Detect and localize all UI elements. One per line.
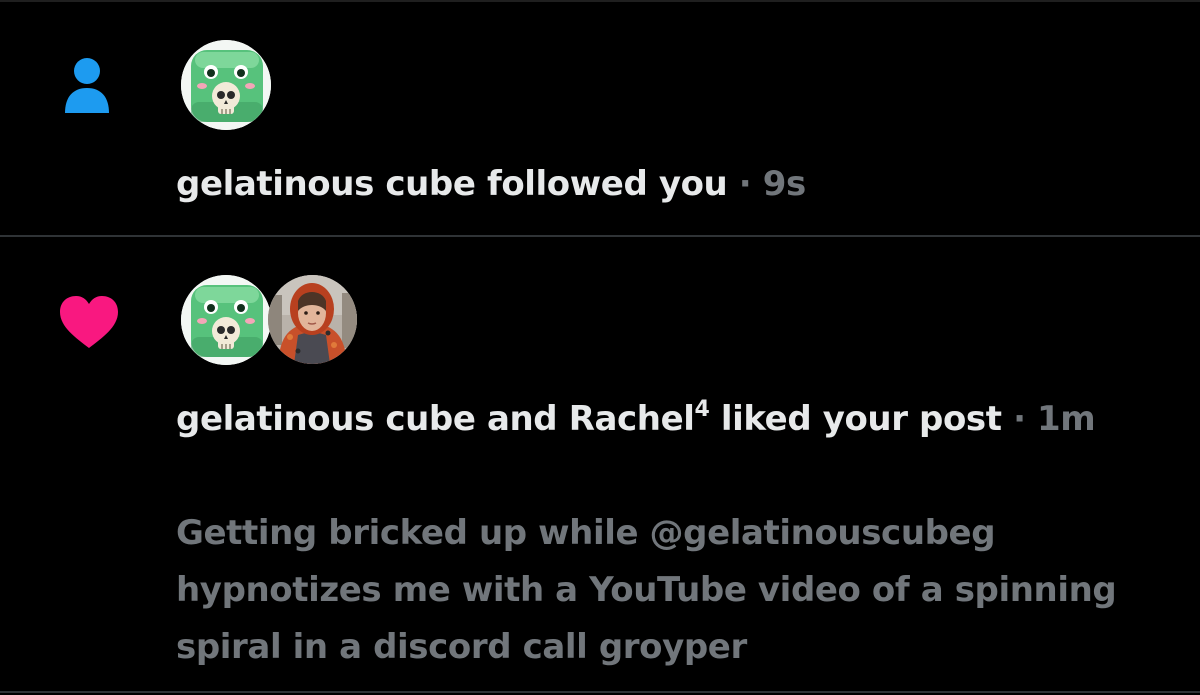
cube-skull-icon <box>181 275 271 365</box>
post-preview-text[interactable]: Getting bricked up while @gelatinouscube… <box>176 505 1136 676</box>
separator-dot: · <box>738 164 752 204</box>
name-superscript: 4 <box>694 397 710 422</box>
timestamp[interactable]: 9s <box>763 164 807 204</box>
conjunction: and <box>486 399 558 439</box>
timestamp[interactable]: 1m <box>1037 399 1096 439</box>
person-photo <box>268 275 357 364</box>
avatar-gelatinous-cube[interactable] <box>181 275 271 365</box>
cube-skull-icon <box>181 40 271 130</box>
follower-name[interactable]: gelatinous cube <box>176 164 476 204</box>
heart-icon <box>60 296 118 348</box>
notification-like[interactable]: gelatinous cube and Rachel4 liked your p… <box>0 237 1200 695</box>
avatar-rachel[interactable] <box>268 275 357 364</box>
like-notification-text: gelatinous cube and Rachel4 liked your p… <box>176 395 1136 443</box>
notification-follow[interactable]: gelatinous cube followed you · 9s <box>0 0 1200 236</box>
liker-name-1[interactable]: gelatinous cube <box>176 399 476 439</box>
liker-name-2-text: Rachel <box>568 399 695 439</box>
follow-action: followed you <box>486 164 728 204</box>
like-action: liked your post <box>720 399 1002 439</box>
person-icon <box>65 58 109 113</box>
liker-name-2[interactable]: Rachel4 <box>568 397 710 440</box>
avatar-gelatinous-cube[interactable] <box>181 40 271 130</box>
bottom-divider <box>0 691 1200 693</box>
separator-dot: · <box>1013 399 1026 439</box>
follow-notification-text: gelatinous cube followed you · 9s <box>176 160 1136 208</box>
